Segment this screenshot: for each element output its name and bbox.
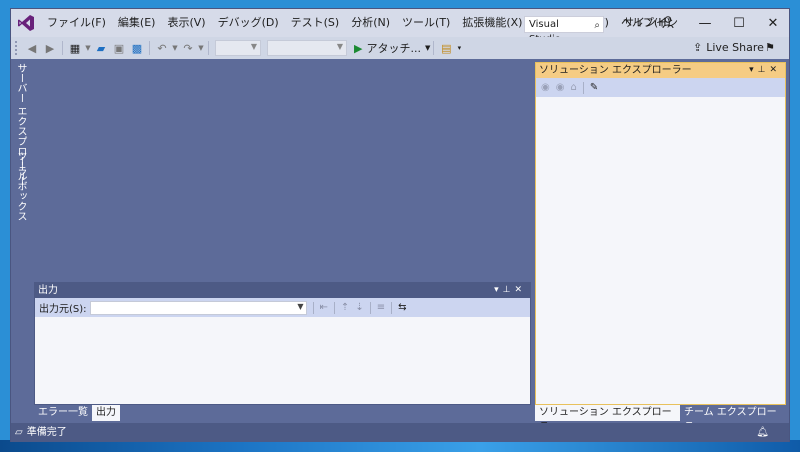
undo-dropdown-icon[interactable]: ▼ — [171, 39, 179, 57]
pin-icon[interactable]: ⊥ — [758, 65, 770, 75]
toolbar-separator — [312, 301, 314, 314]
dropdown-icon[interactable]: ▾ — [494, 285, 503, 295]
home-icon[interactable]: ⌂ — [570, 82, 576, 93]
solution-configuration-combo[interactable]: ▼ — [215, 40, 261, 56]
toolbar-separator — [369, 301, 371, 314]
menu-edit[interactable]: 編集(E) — [112, 9, 162, 37]
vs-window: ファイル(F) 編集(E) 表示(V) デバッグ(D) テスト(S) 分析(N)… — [10, 8, 790, 442]
minimize-button[interactable]: — — [688, 9, 722, 37]
output-panel: 出力 ▾⊥✕ 出力元(S): ▼ ⇤ ⇡ ⇣ ≡ ⇆ — [34, 282, 531, 405]
close-button[interactable]: ✕ — [756, 9, 790, 37]
side-tab-strip: サーバー エクスプローラー ツールボックス — [11, 61, 31, 431]
chevron-down-icon: ▼ — [297, 301, 304, 311]
tab-toolbox[interactable]: ツールボックス — [13, 151, 28, 221]
next-message-icon[interactable]: ⇣ — [355, 302, 363, 313]
search-icon: ⌕ — [594, 20, 600, 31]
redo-dropdown-icon[interactable]: ▼ — [197, 39, 205, 57]
live-share-button[interactable]: ⇪ Live Share — [693, 37, 764, 59]
toolbar-separator — [208, 41, 209, 55]
title-bar: ファイル(F) 編集(E) 表示(V) デバッグ(D) テスト(S) 分析(N)… — [11, 9, 790, 45]
redo-icon[interactable]: ↷ — [179, 39, 197, 57]
play-icon: ▶ — [354, 41, 363, 55]
standard-toolbar: ◀ ▶ ▦ ▼ ▰ ▣ ▩ ↶ ▼ ↷ ▼ ▼ ▼ ▶ アタッチ... ▼ ▤ … — [11, 37, 789, 59]
find-message-icon[interactable]: ⇤ — [320, 302, 328, 313]
tab-solution-explorer[interactable]: ソリューション エクスプローラー — [535, 405, 680, 433]
live-share-label: Live Share — [706, 41, 764, 54]
toolbar-separator — [391, 301, 393, 314]
menu-analyze[interactable]: 分析(N) — [345, 9, 396, 37]
word-wrap-icon[interactable]: ⇆ — [398, 302, 406, 313]
clear-all-icon[interactable]: ≡ — [377, 302, 385, 313]
toolbar-separator — [333, 301, 335, 314]
save-all-icon[interactable]: ▩ — [128, 39, 146, 57]
attach-button[interactable]: ▶ アタッチ... ▼ — [354, 40, 430, 56]
navigate-back-icon[interactable]: ◀ — [23, 39, 41, 57]
output-source-select[interactable]: ▼ — [89, 300, 307, 315]
share-icon: ⇪ — [693, 41, 703, 54]
solution-explorer-title: ソリューション エクスプローラー — [539, 65, 692, 76]
solution-explorer-header[interactable]: ソリューション エクスプローラー ▾⊥✕ — [536, 63, 785, 78]
output-text-area[interactable] — [35, 317, 530, 404]
properties-wrench-icon[interactable]: ✎ — [590, 82, 598, 93]
status-text: 準備完了 — [26, 427, 67, 438]
open-file-icon[interactable]: ▰ — [92, 39, 110, 57]
toolbar-grip[interactable] — [15, 41, 18, 55]
close-icon[interactable]: ✕ — [769, 65, 781, 75]
toolbar-overflow-icon[interactable]: ▾ — [455, 39, 463, 57]
dropdown-icon[interactable]: ▾ — [749, 65, 758, 75]
notification-bell-icon[interactable]: 🔔︎ — [756, 423, 769, 442]
menu-tools[interactable]: ツール(T) — [396, 9, 456, 37]
output-source-label: 出力元(S): — [39, 304, 87, 315]
toolbar-separator — [582, 81, 584, 94]
panel-controls: ▾⊥✕ — [749, 63, 781, 78]
feedback-icon[interactable]: ⚑ — [765, 41, 775, 54]
toolbar-separator — [433, 41, 435, 55]
navigate-forward-icon[interactable]: ▶ — [41, 39, 59, 57]
tab-team-explorer[interactable]: チーム エクスプローラー — [680, 405, 789, 433]
solution-platform-combo[interactable]: ▼ — [267, 40, 347, 56]
solution-explorer-toolbar: ◉ ◉ ⌂ ✎ — [536, 78, 785, 97]
new-project-dropdown-icon[interactable]: ▼ — [84, 39, 92, 57]
status-window-icon: ▱ — [15, 427, 23, 438]
attach-label: アタッチ... — [366, 42, 421, 55]
menu-view[interactable]: 表示(V) — [161, 9, 211, 37]
close-icon[interactable]: ✕ — [514, 285, 526, 295]
toolbox-icon[interactable]: ▤ — [437, 39, 455, 57]
output-panel-header[interactable]: 出力 ▾⊥✕ — [35, 283, 530, 298]
forward-icon[interactable]: ◉ — [556, 82, 565, 93]
right-tab-strip: ソリューション エクスプローラー チーム エクスプローラー — [535, 405, 789, 433]
pin-icon[interactable]: ⊥ — [503, 285, 515, 295]
tab-error-list[interactable]: エラー一覧 — [34, 405, 92, 421]
output-toolbar: 出力元(S): ▼ ⇤ ⇡ ⇣ ≡ ⇆ — [35, 298, 530, 317]
previous-message-icon[interactable]: ⇡ — [341, 302, 349, 313]
status-bar: ▱ 準備完了 🔔︎ — [11, 423, 789, 442]
bottom-tab-strip: エラー一覧 出力 — [34, 405, 120, 421]
new-project-icon[interactable]: ▦ — [66, 39, 84, 57]
toolbar-separator — [62, 41, 63, 55]
solution-explorer-panel: ソリューション エクスプローラー ▾⊥✕ ◉ ◉ ⌂ ✎ — [535, 62, 786, 405]
back-icon[interactable]: ◉ — [541, 82, 550, 93]
toolbar-separator — [149, 41, 150, 55]
panel-controls: ▾⊥✕ — [494, 283, 526, 298]
user-icon[interactable] — [662, 15, 676, 29]
output-panel-title: 出力 — [38, 285, 58, 296]
menu-test[interactable]: テスト(S) — [285, 9, 346, 37]
tab-output[interactable]: 出力 — [92, 405, 120, 421]
visual-studio-logo-icon[interactable] — [11, 9, 41, 37]
search-input[interactable]: Visual Studio... ⌕ — [524, 16, 604, 45]
menu-extensions[interactable]: 拡張機能(X) — [456, 9, 528, 37]
undo-icon[interactable]: ↶ — [153, 39, 171, 57]
attach-dropdown-icon: ▼ — [424, 44, 431, 52]
save-icon[interactable]: ▣ — [110, 39, 128, 57]
menu-file[interactable]: ファイル(F) — [41, 9, 112, 37]
menu-debug[interactable]: デバッグ(D) — [212, 9, 285, 37]
maximize-button[interactable]: ☐ — [722, 9, 756, 37]
